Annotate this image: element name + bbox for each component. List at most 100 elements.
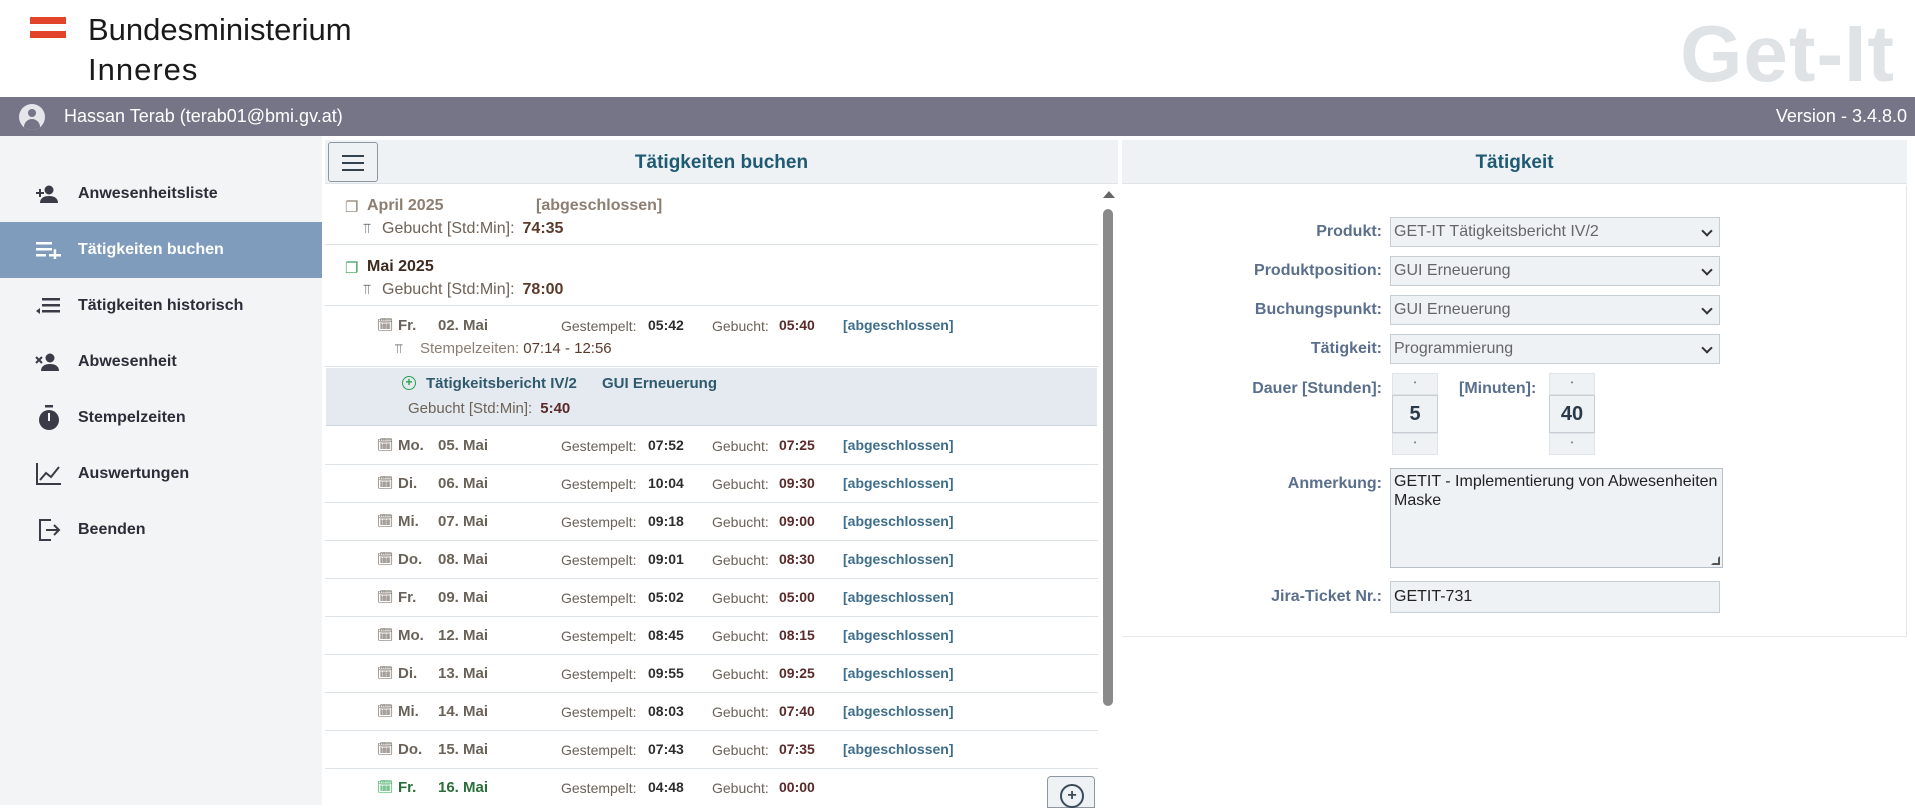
activity-row-selected[interactable]: + Tätigkeitsbericht IV/2 GUI Erneuerung … (326, 368, 1097, 426)
position-select[interactable]: GUI Erneuerung (1390, 256, 1720, 286)
day-weekday: Fr. (398, 317, 417, 334)
sidebar-item-auswertungen[interactable]: Auswertungen (0, 446, 322, 502)
day-weekday: Do. (398, 741, 423, 758)
note-textarea[interactable]: GETIT - Implementierung von Abwesenheite… (1390, 468, 1723, 568)
jira-ticket-input[interactable]: GETIT-731 (1390, 581, 1720, 613)
month-booked-value: 78:00 (522, 281, 564, 298)
tree-icon: ⫪ (363, 220, 371, 236)
booked-label: Gebucht: (712, 742, 769, 758)
calendar-icon: 🗓 (377, 589, 394, 604)
user-bar: Hassan Terab (terab01@bmi.gv.at) Version… (0, 97, 1915, 136)
minutes-value[interactable]: 40 (1549, 395, 1595, 433)
day-weekday: Di. (398, 475, 418, 492)
day-row[interactable]: 🗓 Do. 08. Mai Gestempelt: 09:01 Gebucht:… (325, 541, 1098, 579)
activity-select[interactable]: Programmierung (1390, 334, 1720, 364)
booked-value: 08:30 (779, 551, 815, 567)
month-row-may[interactable]: ❐ Mai 2025 ⫪ Gebucht [Std:Min]: 78:00 (325, 246, 1098, 306)
day-row[interactable]: 🗓 Mo. 05. Mai Gestempelt: 07:52 Gebucht:… (325, 427, 1098, 465)
stamp-times-value: 07:14 - 12:56 (523, 340, 612, 357)
booking-select[interactable]: GUI Erneuerung (1390, 295, 1720, 325)
day-row[interactable]: 🗓 Mo. 12. Mai Gestempelt: 08:45 Gebucht:… (325, 617, 1098, 655)
day-date: 16. Mai (438, 779, 489, 796)
detail-header: Tätigkeit (1122, 140, 1907, 184)
jira-label: Jira-Ticket Nr.: (1271, 588, 1382, 605)
status-badge: [abgeschlossen] (843, 317, 954, 333)
sidebar: Anwesenheitsliste Tätigkeiten buchen Tät… (0, 136, 322, 805)
activity-booked-value: 5:40 (540, 400, 571, 417)
activity-title: Tätigkeitsbericht IV/2 (426, 375, 577, 392)
calendar-icon: 🗓 (377, 551, 394, 566)
sidebar-item-stempelzeiten[interactable]: Stempelzeiten (0, 390, 322, 446)
add-alarm-button[interactable]: + (1047, 776, 1095, 808)
hours-increment-button[interactable]: • (1392, 373, 1438, 395)
booking-panel-header: Tätigkeiten buchen (325, 140, 1118, 184)
hours-stepper[interactable]: • 5 • (1392, 373, 1438, 455)
list-scrollbar[interactable] (1100, 185, 1116, 805)
day-row[interactable]: 🗓 Fr. 02. Mai Gestempelt: 05:42 Gebucht:… (325, 307, 1098, 367)
calendar-icon: 🗓 (377, 513, 394, 528)
minutes-increment-button[interactable]: • (1549, 373, 1595, 395)
account-circle-icon[interactable] (19, 104, 45, 130)
day-date: 06. Mai (438, 475, 489, 492)
day-date: 14. Mai (438, 703, 489, 720)
stamped-label: Gestempelt: (561, 628, 637, 644)
status-badge: [abgeschlossen] (843, 437, 954, 453)
calendar-icon: 🗓 (377, 437, 394, 452)
day-row[interactable]: 🗓 Di. 13. Mai Gestempelt: 09:55 Gebucht:… (325, 655, 1098, 693)
day-row[interactable]: 🗓 Di. 06. Mai Gestempelt: 10:04 Gebucht:… (325, 465, 1098, 503)
stamped-value: 07:52 (648, 437, 684, 453)
booked-label: Gebucht: (712, 780, 769, 796)
scroll-thumb[interactable] (1103, 209, 1113, 706)
day-date: 15. Mai (438, 741, 489, 758)
activity-detail-panel: Tätigkeit Produkt: GET-IT Tätigkeitsberi… (1122, 140, 1907, 640)
stamped-label: Gestempelt: (561, 438, 637, 454)
chevron-down-icon (1701, 303, 1713, 315)
day-weekday: Do. (398, 551, 423, 568)
booking-panel: Tätigkeiten buchen ❐ April 2025 [abgesch… (325, 140, 1118, 808)
sidebar-item-label: Stempelzeiten (78, 409, 186, 426)
day-row[interactable]: 🗓 Do. 15. Mai Gestempelt: 07:43 Gebucht:… (325, 731, 1098, 769)
sidebar-item-abwesenheit[interactable]: Abwesenheit (0, 334, 322, 390)
chevron-down-icon (1701, 225, 1713, 237)
stamped-value: 09:01 (648, 551, 684, 567)
chart-line-icon (35, 460, 63, 488)
hours-value[interactable]: 5 (1392, 395, 1438, 433)
stamped-value: 10:04 (648, 475, 684, 491)
day-row[interactable]: 🗓 Fr. 09. Mai Gestempelt: 05:02 Gebucht:… (325, 579, 1098, 617)
stamp-times: Stempelzeiten: 07:14 - 12:56 (420, 340, 612, 357)
menu-button[interactable] (328, 142, 378, 182)
booked-value: 05:40 (779, 317, 815, 333)
sidebar-item-beenden[interactable]: Beenden (0, 502, 322, 558)
tree-icon: ⫪ (363, 281, 371, 297)
sidebar-item-taetigkeiten-historisch[interactable]: Tätigkeiten historisch (0, 278, 322, 334)
detail-title: Tätigkeit (1475, 152, 1554, 173)
activity-position: GUI Erneuerung (602, 375, 718, 392)
product-select[interactable]: GET-IT Tätigkeitsbericht IV/2 (1390, 217, 1720, 247)
activity-booked-label: Gebucht [Std:Min]: (408, 400, 533, 417)
day-row[interactable]: 🗓 Mi. 14. Mai Gestempelt: 08:03 Gebucht:… (325, 693, 1098, 731)
sidebar-item-taetigkeiten-buchen[interactable]: Tätigkeiten buchen (0, 222, 322, 278)
stamped-label: Gestempelt: (561, 704, 637, 720)
minutes-decrement-button[interactable]: • (1549, 433, 1595, 455)
booked-label: Gebucht: (712, 666, 769, 682)
hours-decrement-button[interactable]: • (1392, 433, 1438, 455)
timer-icon (35, 404, 63, 432)
resize-grip-icon[interactable] (1711, 556, 1720, 565)
month-row-april[interactable]: ❐ April 2025 [abgeschlossen] ⫪ Gebucht [… (325, 185, 1098, 245)
activity-booked: Gebucht [Std:Min]: 5:40 (408, 400, 570, 417)
day-row[interactable]: 🗓 Mi. 07. Mai Gestempelt: 09:18 Gebucht:… (325, 503, 1098, 541)
scroll-up-arrow-icon[interactable] (1103, 191, 1115, 198)
add-circle-icon[interactable]: + (402, 376, 416, 390)
sidebar-item-anwesenheitsliste[interactable]: Anwesenheitsliste (0, 166, 322, 222)
sidebar-item-label: Tätigkeiten buchen (78, 241, 224, 258)
page-title: Tätigkeiten buchen (634, 152, 809, 173)
day-weekday: Mi. (398, 513, 419, 530)
calendar-icon: 🗓 (377, 627, 394, 642)
booked-value: 05:00 (779, 589, 815, 605)
user-name: Hassan Terab (terab01@bmi.gv.at) (64, 106, 343, 126)
chevron-down-icon (1701, 342, 1713, 354)
booking-list[interactable]: ❐ April 2025 [abgeschlossen] ⫪ Gebucht [… (325, 185, 1098, 805)
minutes-stepper[interactable]: • 40 • (1549, 373, 1595, 455)
stamped-value: 09:18 (648, 513, 684, 529)
day-row-open[interactable]: 🗓 Fr. 16. Mai Gestempelt: 04:48 Gebucht:… (325, 769, 1098, 805)
